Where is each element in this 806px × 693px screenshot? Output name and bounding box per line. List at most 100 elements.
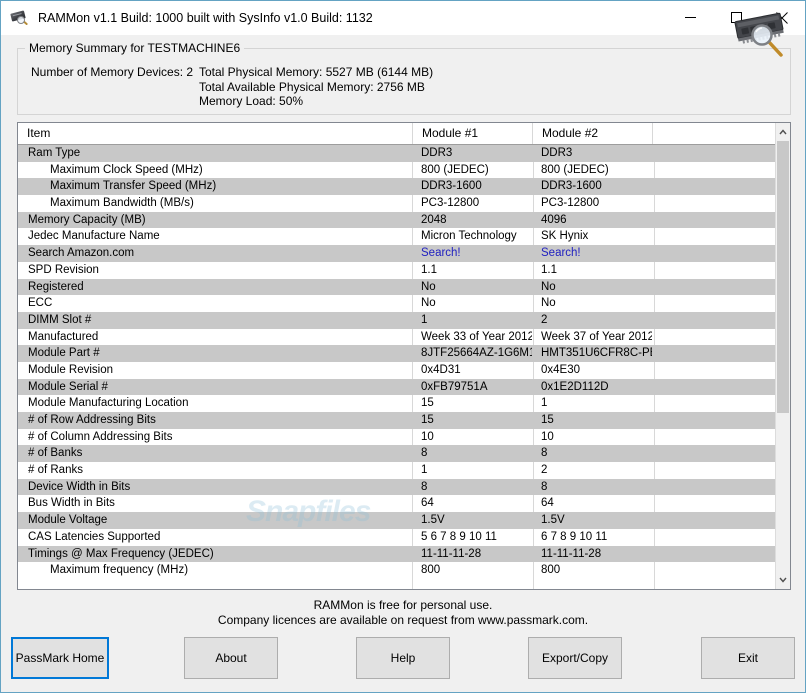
row-value-module-2: 64 [541, 497, 554, 510]
row-value-module-2: Week 37 of Year 2012 [541, 330, 652, 343]
exit-button[interactable]: Exit [701, 637, 795, 679]
table-row[interactable]: Search Amazon.com Search! Search! [18, 245, 775, 262]
row-value-module-2: 0x1E2D112D [541, 380, 609, 393]
row-value-module-1: PC3-12800 [421, 197, 480, 210]
memory-summary-details: Total Physical Memory: 5527 MB (6144 MB)… [199, 65, 433, 109]
about-button[interactable]: About [184, 637, 278, 679]
row-item-label: CAS Latencies Supported [28, 530, 161, 543]
button-bar: PassMark Home About Help Export/Copy Exi… [1, 637, 805, 681]
table-row[interactable]: CAS Latencies Supported 5 6 7 8 9 10 11 6 … [18, 529, 775, 546]
row-item-label: DIMM Slot # [28, 313, 92, 326]
table-row[interactable]: Registered No No [18, 278, 775, 296]
row-value-module-2: 8 [541, 480, 548, 493]
row-spacer [652, 312, 775, 329]
table-row[interactable]: Module Revision 0x4D31 0x4E30 [18, 362, 775, 379]
table-row[interactable]: # of Ranks 1 2 [18, 462, 775, 479]
grid-header-spacer[interactable] [652, 123, 790, 144]
row-spacer [652, 412, 775, 429]
passmark-home-button[interactable]: PassMark Home [11, 637, 109, 679]
footer-text: RAMMon is free for personal use. Company… [1, 598, 805, 628]
row-item-label: Registered [28, 280, 84, 293]
row-value-module-2: 1.5V [541, 514, 565, 527]
row-value-module-1: No [421, 280, 436, 293]
row-spacer [652, 145, 775, 162]
row-value-module-2: SK Hynix [541, 230, 589, 243]
row-item-label: # of Ranks [28, 464, 83, 477]
row-value-module-1: 10 [421, 430, 434, 443]
table-row[interactable]: Bus Width in Bits 64 64 [18, 495, 775, 512]
row-value-module-2: 6 7 8 9 10 11 [541, 530, 608, 543]
row-item-label: # of Banks [28, 447, 83, 460]
row-value-module-1: Week 33 of Year 2012 [421, 330, 532, 343]
amazon-search-link-module-2[interactable]: Search! [532, 245, 652, 262]
row-spacer [652, 228, 775, 245]
row-item-label: ECC [28, 297, 53, 310]
row-value-module-1: 8 [421, 447, 428, 460]
title-bar: RAMMon v1.1 Build: 1000 built with SysIn… [1, 1, 805, 35]
table-row[interactable]: Maximum Clock Speed (MHz) 800 (JEDEC) 800 … [18, 162, 775, 179]
row-item-label: Module Voltage [28, 514, 108, 527]
row-item-label: Memory Capacity (MB) [28, 213, 146, 226]
row-value-module-1: 800 (JEDEC) [421, 163, 489, 176]
table-row[interactable]: # of Column Addressing Bits 10 10 [18, 429, 775, 446]
grid-vertical-scrollbar[interactable] [775, 123, 790, 589]
row-value-module-1: 5 6 7 8 9 10 11 [421, 530, 497, 543]
scroll-down-icon[interactable] [776, 572, 790, 588]
help-button[interactable]: Help [356, 637, 450, 679]
amazon-search-link-module-1[interactable]: Search! [412, 245, 532, 262]
row-spacer [652, 445, 775, 462]
export-copy-button[interactable]: Export/Copy [528, 637, 622, 679]
row-spacer [652, 279, 775, 296]
table-row[interactable]: Ram Type DDR3 DDR3 [18, 145, 775, 162]
row-spacer [652, 329, 775, 346]
window-title: RAMMon v1.1 Build: 1000 built with SysIn… [38, 11, 373, 25]
scroll-up-icon[interactable] [776, 124, 790, 140]
row-item-label: Maximum frequency (MHz) [50, 564, 189, 577]
table-row[interactable]: ECC No No [18, 295, 775, 312]
row-spacer [652, 512, 775, 529]
grid-header-module-1[interactable]: Module #1 [412, 123, 532, 144]
row-item-label: Module Manufacturing Location [28, 397, 189, 410]
grid-header-module-2[interactable]: Module #2 [532, 123, 652, 144]
ram-magnifier-icon [10, 9, 29, 27]
table-row[interactable]: # of Row Addressing Bits 15 15 [18, 412, 775, 429]
row-item-label: Device Width in Bits [28, 480, 131, 493]
row-value-module-1: 15 [421, 414, 434, 426]
row-value-module-1: 1 [421, 313, 428, 326]
row-value-module-1: 0x4D31 [421, 363, 461, 376]
row-value-module-2: 10 [541, 430, 554, 443]
table-row[interactable]: Module Manufacturing Location 15 1 [18, 395, 775, 412]
table-row[interactable]: SPD Revision 1.1 1.1 [18, 262, 775, 279]
table-row[interactable]: Device Width in Bits 8 8 [18, 478, 775, 496]
row-value-module-1: DDR3 [421, 147, 453, 159]
total-available-physical-memory: Total Available Physical Memory: 2756 MB [199, 79, 425, 94]
footer-line-2: Company licences are available on reques… [217, 613, 589, 627]
scrollbar-thumb[interactable] [777, 141, 789, 413]
table-row[interactable]: Module Serial # 0xFB79751A 0x1E2D112D [18, 378, 775, 396]
table-row[interactable]: Module Part # 8JTF25664AZ-1G6M1 HMT351U6CF… [18, 345, 775, 362]
table-row[interactable]: Maximum Transfer Speed (MHz) DDR3-1600 DDR… [18, 178, 775, 196]
table-row[interactable]: # of Banks 8 8 [18, 445, 775, 463]
table-row[interactable]: Module Voltage 1.5V 1.5V [18, 512, 775, 529]
grid-header-row: Item Module #1 Module #2 [18, 123, 790, 145]
memory-load: Memory Load: 50% [199, 94, 304, 108]
row-value-module-2: DDR3 [541, 147, 573, 159]
grid-header-item[interactable]: Item [18, 123, 412, 144]
table-row[interactable]: Manufactured Week 33 of Year 2012 Week 37 … [18, 329, 775, 346]
row-item-label: Manufactured [28, 330, 99, 343]
row-spacer [652, 345, 775, 362]
row-spacer [652, 379, 775, 396]
minimize-button[interactable] [667, 1, 713, 34]
table-row[interactable]: Maximum Bandwidth (MB/s) PC3-12800 PC3-128… [18, 195, 775, 212]
grid-body: Ram Type DDR3 DDR3 Maximum Clock Speed (MHz… [18, 145, 775, 589]
row-value-module-1: 1 [421, 464, 428, 477]
table-row[interactable]: DIMM Slot # 1 2 [18, 311, 775, 329]
row-item-label: # of Row Addressing Bits [28, 414, 156, 426]
row-spacer [652, 162, 775, 179]
table-row[interactable]: Memory Capacity (MB) 2048 4096 [18, 211, 775, 229]
row-value-module-2: DDR3-1600 [541, 180, 602, 193]
row-spacer [652, 562, 775, 579]
table-row[interactable]: Jedec Manufacture Name Micron Technology S… [18, 228, 775, 245]
table-row[interactable]: Timings @ Max Frequency (JEDEC) 11-11-11-… [18, 545, 775, 563]
table-row[interactable]: Maximum frequency (MHz) 800 800 [18, 562, 775, 579]
